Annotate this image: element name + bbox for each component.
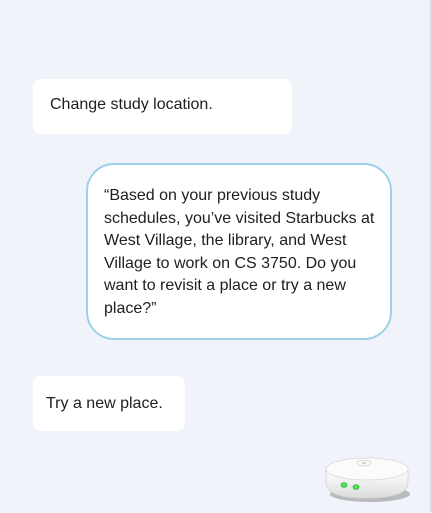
- user-message-bubble: Change study location.: [33, 79, 292, 134]
- smart-speaker-icon: [322, 452, 414, 508]
- assistant-message-bubble: “Based on your previous study schedules,…: [86, 163, 392, 340]
- user-reply-bubble: Try a new place.: [33, 376, 185, 431]
